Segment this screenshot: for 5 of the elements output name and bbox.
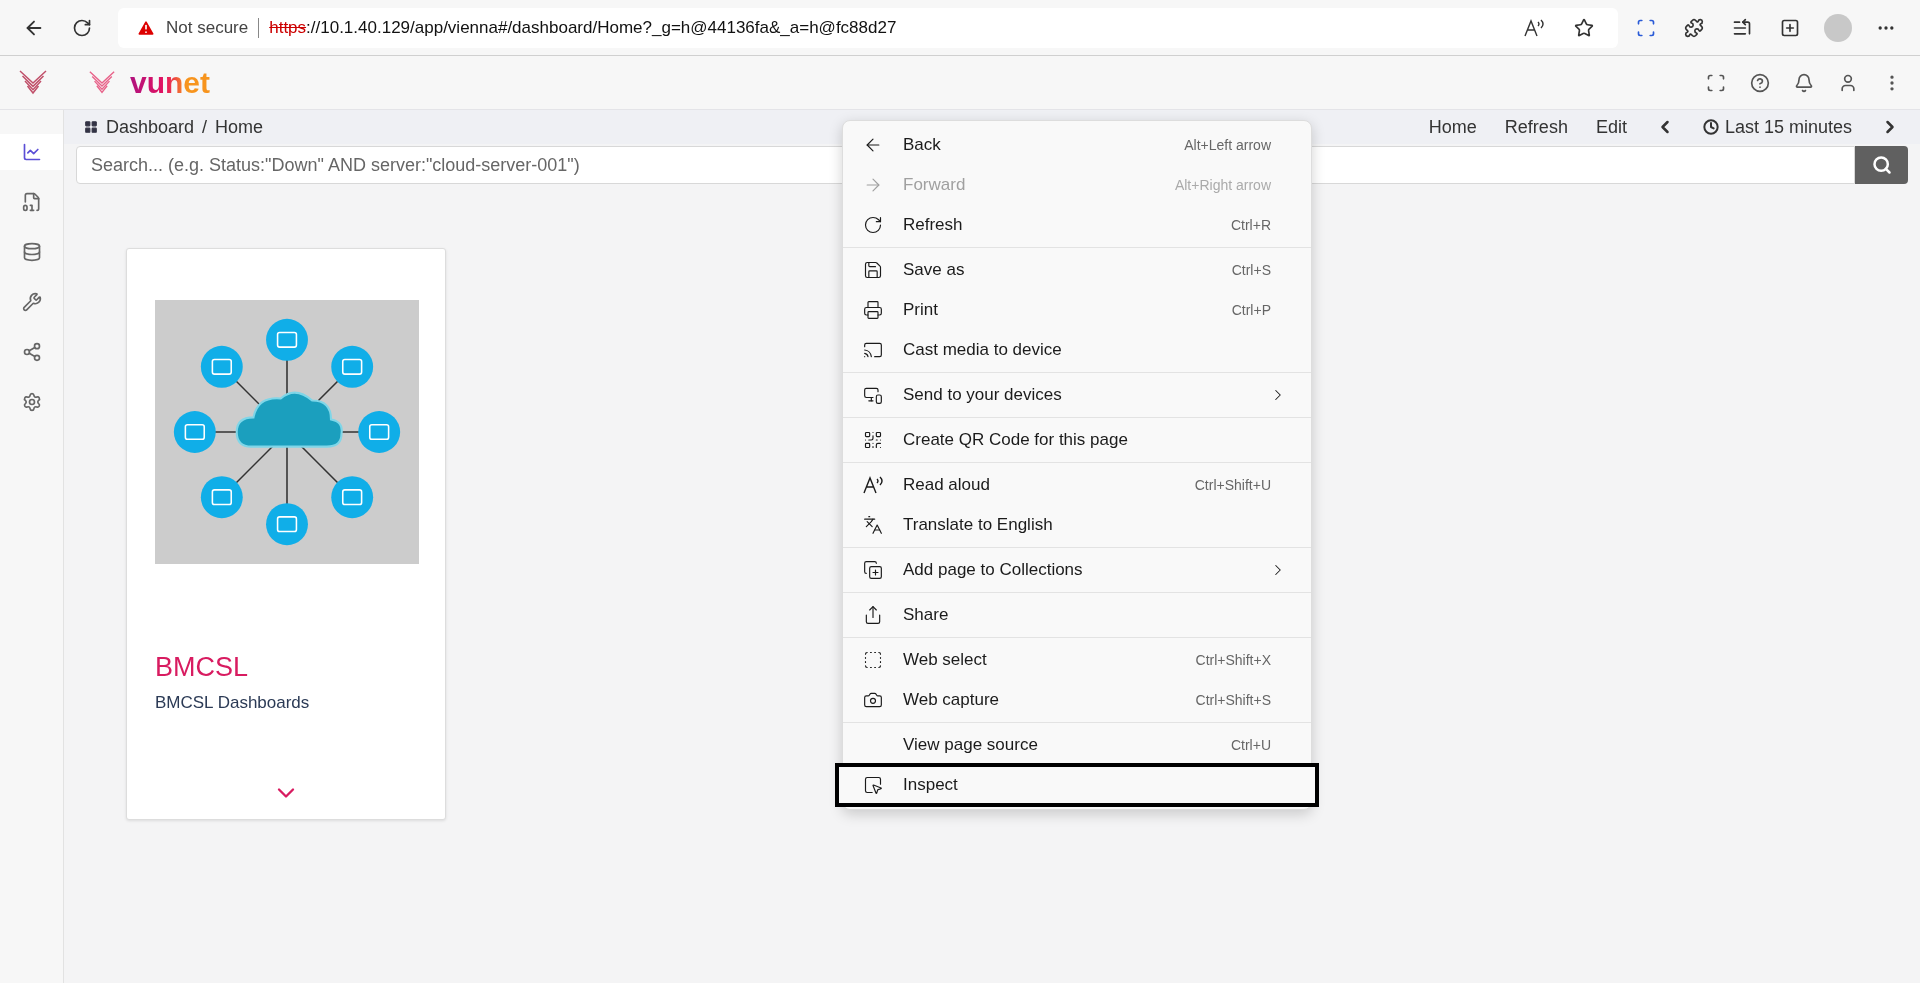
- card-title: BMCSL: [155, 652, 250, 683]
- url-text: https://10.1.40.129/app/vienna#/dashboard/Home?_g=h@44136fa&_a=h@fc88d27: [269, 17, 898, 38]
- card-subtitle: BMCSL Dashboards: [155, 693, 311, 713]
- breadcrumb-separator: /: [202, 116, 208, 138]
- security-label: Not secure: [166, 17, 249, 38]
